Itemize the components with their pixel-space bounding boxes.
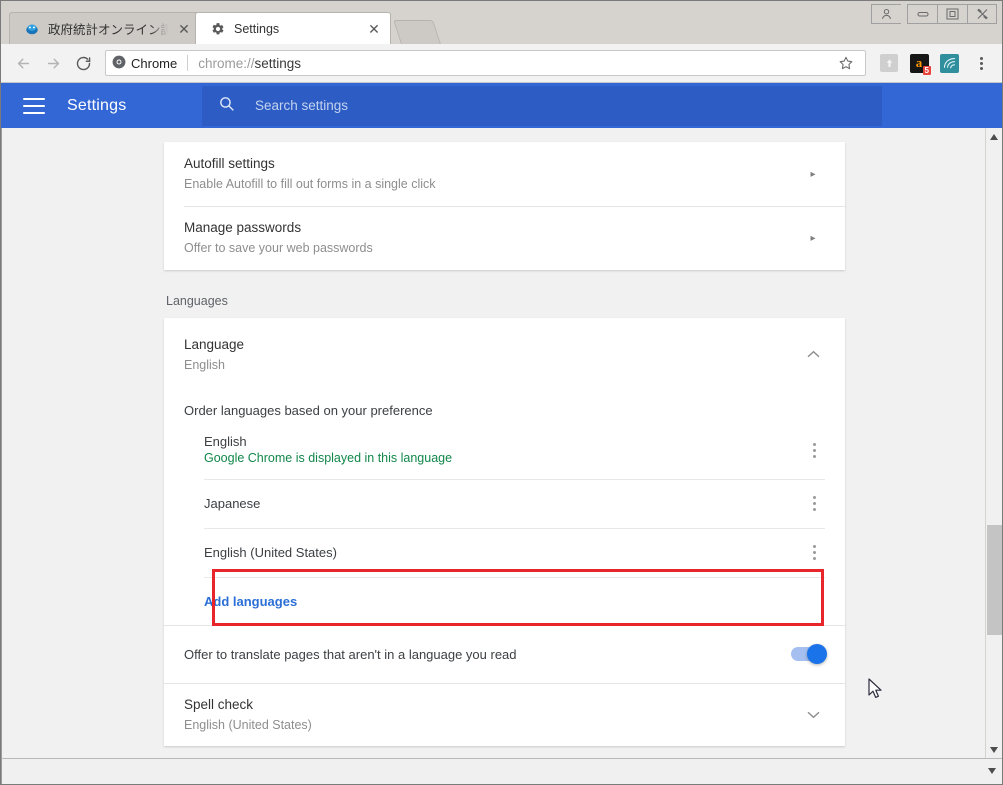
language-display-note: Google Chrome is displayed in this langu… [204,451,453,466]
close-button[interactable] [967,4,997,24]
kebab-menu-icon[interactable] [803,489,825,519]
chevron-right-icon[interactable]: ▸ [801,233,825,244]
scroll-up-button[interactable] [986,128,1003,145]
autofill-card: Autofill settings Enable Autofill to fil… [164,142,845,271]
row-title: Language [184,337,245,353]
spell-check-row[interactable]: Spell check English (United States) [164,683,845,746]
tab-title: Settings [234,21,280,36]
window-controls [865,4,997,24]
extension-grey-icon[interactable] [876,50,902,76]
chevron-right-icon[interactable]: ▸ [801,169,825,180]
translate-toggle-label: Offer to translate pages that aren't in … [184,646,517,662]
tab-strip: 政府統計オンライン調査 ✕ Settings ✕ [1,1,1002,45]
add-languages-link[interactable]: Add languages [204,594,297,609]
languages-section-label: Languages [166,294,228,309]
site-identity[interactable]: Chrome [112,55,177,72]
tab-close-icon[interactable]: ✕ [366,21,382,37]
back-button[interactable] [9,49,37,77]
chevron-down-icon[interactable] [801,708,825,722]
search-input-placeholder: Search settings [255,98,349,114]
search-icon [218,95,235,117]
extension-badge-count: 5 [922,66,931,76]
page-title: Settings [67,96,127,114]
row-subtitle: Offer to save your web passwords [184,241,373,256]
language-list-item-english-us[interactable]: English (United States) [204,528,825,577]
browser-tab-2[interactable]: Settings ✕ [195,12,391,45]
search-settings-box[interactable]: Search settings [202,85,882,126]
add-languages-row[interactable]: Add languages [204,577,825,625]
chevron-up-icon[interactable] [801,348,825,362]
chrome-logo-icon [112,55,126,72]
kebab-menu-icon[interactable] [803,538,825,568]
row-subtitle: English (United States) [184,717,312,732]
language-expand-row[interactable]: Language English [164,318,845,375]
row-title: Spell check [184,696,254,712]
reload-button[interactable] [69,49,97,77]
minimize-button[interactable] [907,4,937,24]
translate-toggle-row[interactable]: Offer to translate pages that aren't in … [164,625,845,683]
settings-scroll-region: Autofill settings Enable Autofill to fil… [2,128,985,758]
language-list-item-japanese[interactable]: Japanese [204,479,825,528]
translate-toggle[interactable] [791,644,827,665]
autofill-settings-row[interactable]: Autofill settings Enable Autofill to fil… [164,142,845,206]
row-subtitle: English [184,358,225,373]
new-tab-button[interactable] [393,20,441,45]
toggle-knob [807,644,827,665]
languages-card: Language English Order languages based o… [164,318,845,747]
content-area: Autofill settings Enable Autofill to fil… [1,128,1003,759]
gear-icon [210,21,226,37]
language-name: English [204,434,247,450]
omnibox-divider [187,55,189,72]
hamburger-icon[interactable] [23,97,45,114]
chrome-menu-icon[interactable] [968,50,994,76]
security-label: Chrome [131,55,178,71]
user-profile-button[interactable] [871,4,901,24]
site-favicon [24,21,40,37]
order-languages-label: Order languages based on your preference [184,403,433,419]
browser-tab-1[interactable]: 政府統計オンライン調査 ✕ [9,12,201,45]
kebab-menu-icon[interactable] [803,436,825,466]
swirl-extension-icon[interactable] [936,50,962,76]
settings-header: Settings Search settings [1,83,1002,129]
language-list-item-english[interactable]: English Google Chrome is displayed in th… [204,422,825,479]
star-icon[interactable] [833,50,859,76]
language-name: English (United States) [204,545,337,561]
maximize-button[interactable] [937,4,967,24]
tab-close-icon[interactable]: ✕ [176,21,192,37]
scroll-down-button[interactable] [986,741,1003,758]
scrollbar-thumb[interactable] [986,525,1002,636]
row-subtitle: Enable Autofill to fill out forms in a s… [184,177,436,192]
browser-window: 政府統計オンライン調査 ✕ Settings ✕ [0,0,1003,785]
address-bar[interactable]: Chrome chrome://settings [105,50,866,77]
address-bar-url: chrome://settings [198,55,302,71]
vertical-scrollbar[interactable] [985,128,1003,759]
forward-button[interactable] [39,49,67,77]
tab-title: 政府統計オンライン調査 [48,23,168,38]
scrollbar-track[interactable] [986,145,1003,741]
language-list: English Google Chrome is displayed in th… [164,422,845,625]
amazon-extension-icon[interactable]: a 5 [906,50,932,76]
browser-toolbar: Chrome chrome://settings a 5 [1,44,1002,84]
manage-passwords-row[interactable]: Manage passwords Offer to save your web … [164,206,845,270]
window-bottom-frame [1,758,1002,785]
language-name: Japanese [204,496,261,512]
resize-grip-icon[interactable] [988,767,996,776]
row-title: Autofill settings [184,156,275,172]
row-title: Manage passwords [184,220,302,236]
mouse-cursor [868,678,884,705]
